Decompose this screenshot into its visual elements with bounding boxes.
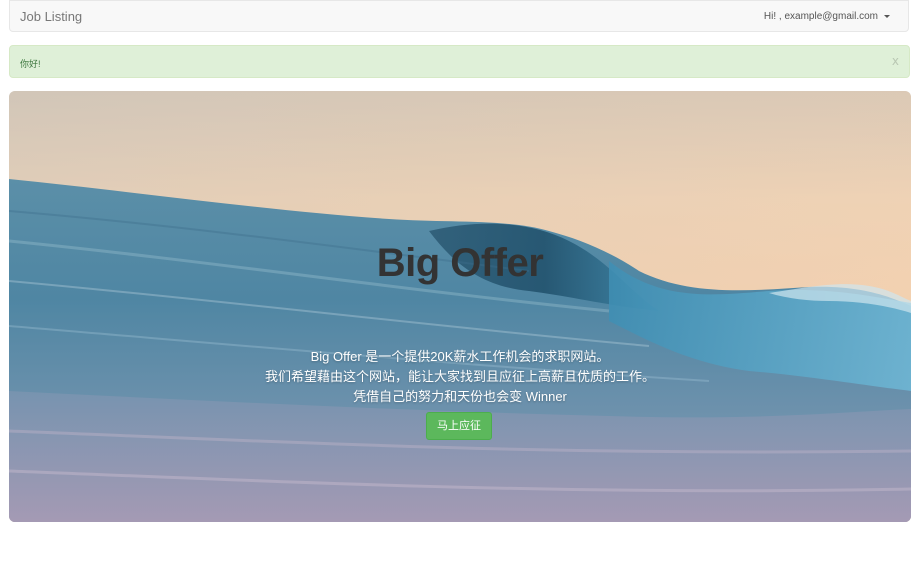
user-dropdown-toggle[interactable]: Hi! , example@gmail.com	[764, 11, 890, 22]
apply-now-button[interactable]: 马上应征	[426, 412, 492, 440]
top-navbar: Job Listing Hi! , example@gmail.com	[9, 0, 909, 32]
alert-message: 你好!	[20, 59, 41, 69]
alert-close-button[interactable]: x	[892, 54, 899, 68]
hero-title: Big Offer	[376, 241, 544, 285]
hero-jumbotron: Big Offer Big Offer 是一个提供20K薪水工作机会的求职网站。…	[9, 91, 911, 522]
hero-description-line-1: Big Offer 是一个提供20K薪水工作机会的求职网站。	[310, 349, 610, 364]
hero-description-line-2: 我们希望藉由这个网站，能让大家找到且应征上高薪且优质的工作。	[264, 369, 655, 384]
hero-content: Big Offer Big Offer 是一个提供20K薪水工作机会的求职网站。…	[9, 91, 911, 522]
success-alert: 你好! x	[9, 45, 910, 78]
hero-description-line-3: 凭借自己的努力和天份也会变 Winner	[353, 389, 567, 404]
caret-down-icon	[884, 15, 890, 18]
brand-link[interactable]: Job Listing	[20, 9, 82, 24]
user-email-label: Hi! , example@gmail.com	[763, 11, 878, 22]
